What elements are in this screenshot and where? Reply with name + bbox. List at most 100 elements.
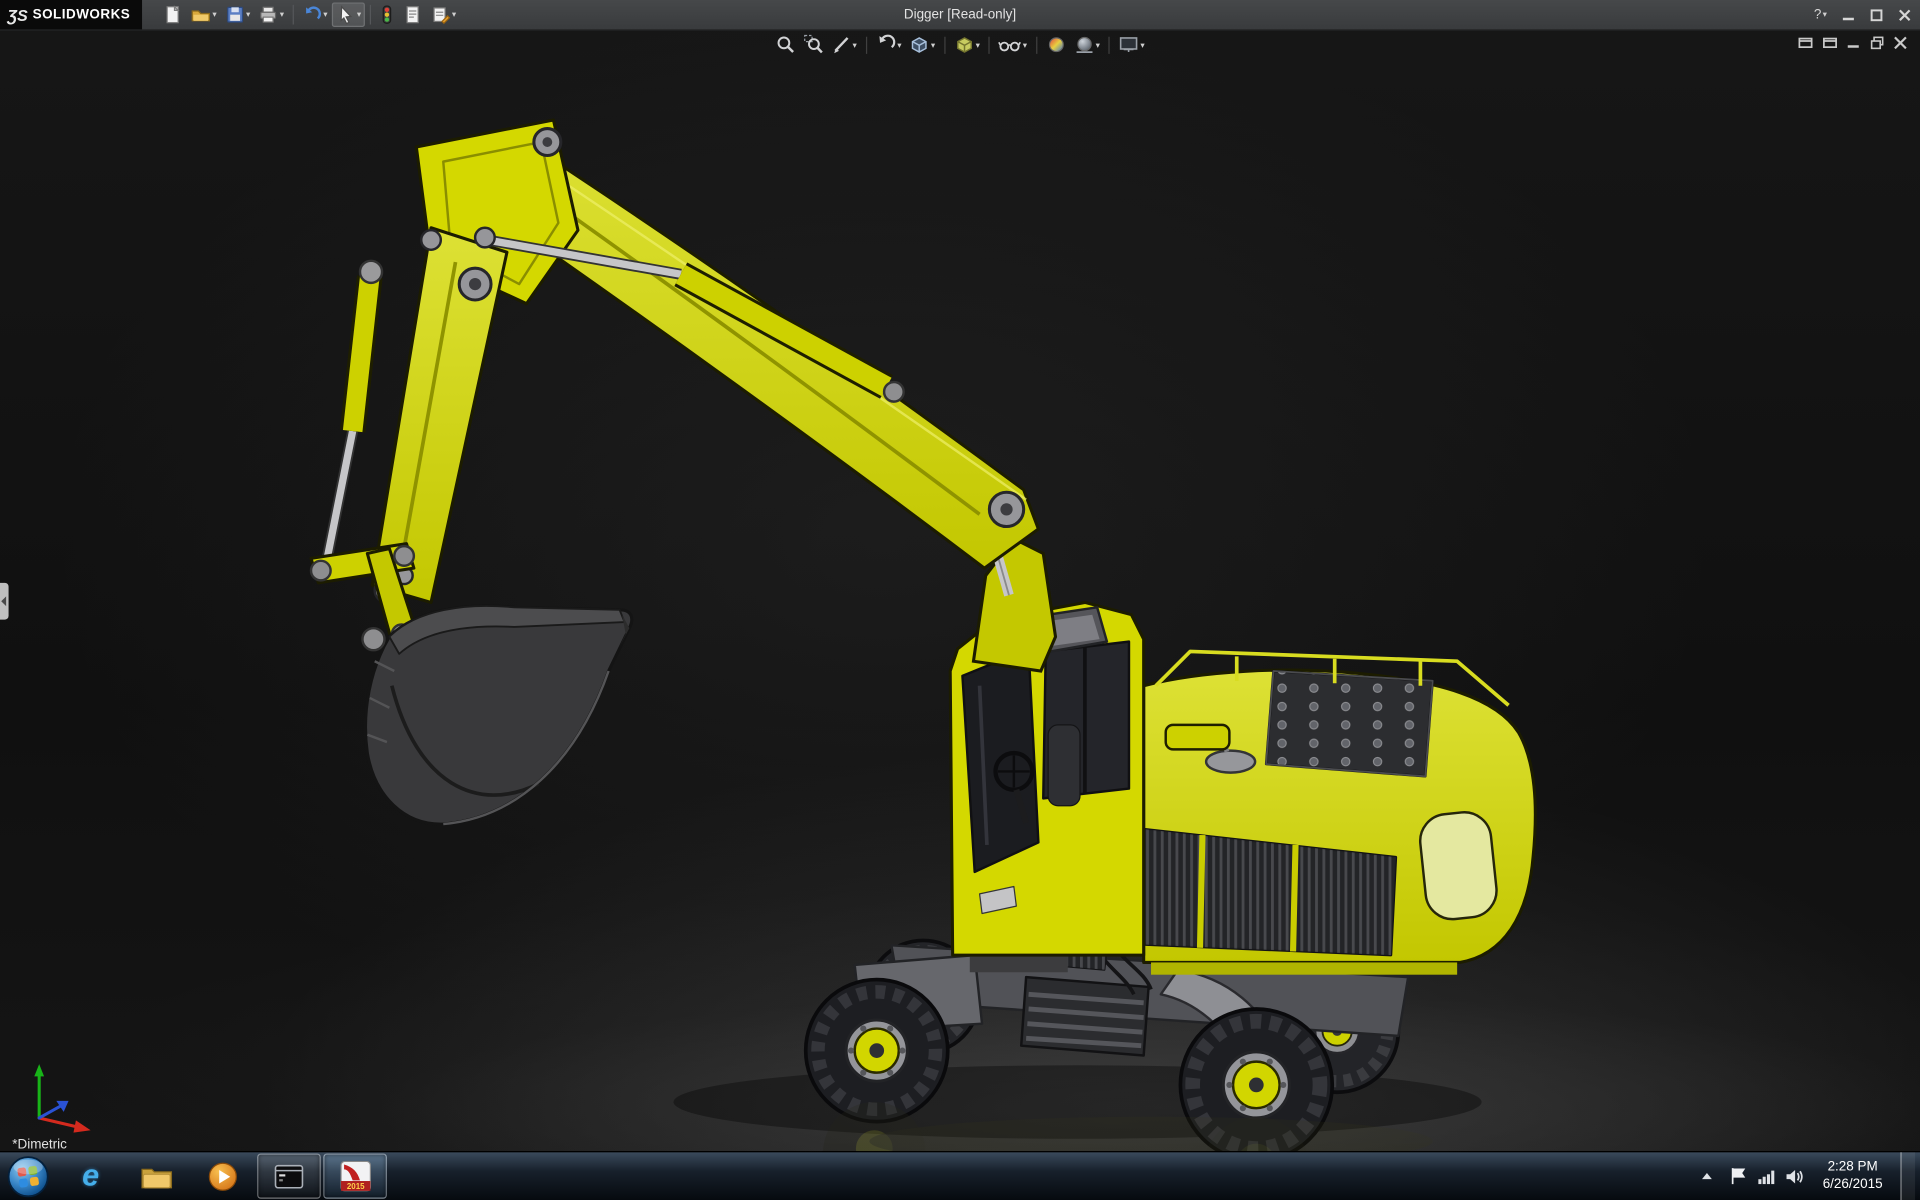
dropdown-arrow-icon: ▾ xyxy=(931,40,935,50)
view-settings-icon xyxy=(1118,34,1139,55)
save-floppy-icon xyxy=(225,5,245,25)
network-icon[interactable] xyxy=(1757,1168,1775,1185)
toolbar-separator xyxy=(988,36,989,53)
clock-date: 6/26/2015 xyxy=(1815,1176,1891,1193)
dropdown-arrow-icon: ▾ xyxy=(212,10,216,20)
previous-view-button[interactable]: ▾ xyxy=(873,33,904,56)
view-orientation-button[interactable]: ▾ xyxy=(906,33,937,56)
taskbar-item-media-player[interactable] xyxy=(191,1153,255,1198)
options-button[interactable]: ▾ xyxy=(427,2,459,26)
seat xyxy=(1048,725,1080,806)
document-window-button[interactable] xyxy=(1798,36,1814,51)
section-view-button[interactable]: ▾ xyxy=(829,33,859,56)
new-button[interactable] xyxy=(160,2,187,26)
rear-window xyxy=(1418,810,1500,922)
boom-arm[interactable] xyxy=(311,120,1038,644)
document-close-button[interactable] xyxy=(1893,36,1908,51)
volume-icon[interactable] xyxy=(1785,1168,1805,1185)
view-orientation-cube-icon xyxy=(909,34,930,55)
dipper-cylinder xyxy=(326,261,382,566)
chevron-up-icon xyxy=(1702,1173,1712,1179)
toolbar-separator xyxy=(1036,36,1037,53)
excavator-model[interactable] xyxy=(0,29,1920,1152)
window-title: Digger [Read-only] xyxy=(904,0,1016,29)
media-player-icon xyxy=(208,1161,237,1190)
document-minimize-button[interactable] xyxy=(1847,36,1862,51)
solidworks-app-icon: 2015 xyxy=(340,1161,371,1192)
dropdown-arrow-icon: ▾ xyxy=(357,10,361,20)
help-button[interactable]: ?▾ xyxy=(1810,7,1830,22)
zoom-to-fit-icon xyxy=(775,34,796,55)
rebuild-button[interactable] xyxy=(376,2,398,26)
help-label: ? xyxy=(1814,7,1822,22)
edit-appearance-button[interactable] xyxy=(1043,33,1069,56)
undo-button[interactable]: ▾ xyxy=(299,2,331,26)
window-icon xyxy=(1798,36,1814,51)
hide-show-items-button[interactable]: ▾ xyxy=(996,33,1030,56)
internet-explorer-icon: e xyxy=(82,1161,99,1192)
previous-view-icon xyxy=(875,34,896,55)
document-window-button[interactable] xyxy=(1822,36,1838,51)
view-settings-button[interactable]: ▾ xyxy=(1116,33,1147,56)
windows-taskbar: e 2015 2:28 PM 6/26/2015 xyxy=(0,1151,1920,1200)
dropdown-arrow-icon: ▾ xyxy=(452,10,456,20)
taskbar-item-explorer[interactable] xyxy=(125,1153,189,1198)
folder-icon xyxy=(141,1163,173,1190)
close-icon xyxy=(1898,8,1911,21)
restore-icon xyxy=(1870,36,1885,51)
printer-icon xyxy=(259,5,279,25)
dropdown-arrow-icon: ▾ xyxy=(852,40,856,50)
taskbar-item-solidworks[interactable]: 2015 xyxy=(323,1153,387,1198)
appearance-sphere-icon xyxy=(1045,34,1066,55)
dropdown-arrow-icon: ▾ xyxy=(1096,40,1100,50)
close-button[interactable] xyxy=(1894,8,1915,21)
dropdown-arrow-icon: ▾ xyxy=(323,10,327,20)
bucket[interactable] xyxy=(362,606,631,824)
section-view-icon xyxy=(832,34,852,55)
dropdown-arrow-icon: ▾ xyxy=(897,40,901,50)
notification-flag-icon[interactable] xyxy=(1729,1167,1747,1185)
taskbar-item-command-prompt[interactable] xyxy=(257,1153,321,1198)
start-button[interactable] xyxy=(6,1154,50,1198)
toolbar-separator xyxy=(1109,36,1110,53)
minimize-icon xyxy=(1842,8,1855,21)
show-desktop-button[interactable] xyxy=(1900,1152,1915,1200)
maximize-button[interactable] xyxy=(1866,8,1887,21)
zoom-to-area-icon xyxy=(804,34,825,55)
zoom-to-fit-button[interactable] xyxy=(773,33,799,56)
dropdown-arrow-icon: ▾ xyxy=(1023,40,1027,50)
display-style-button[interactable]: ▾ xyxy=(951,33,982,56)
minimize-button[interactable] xyxy=(1838,8,1859,21)
save-button[interactable]: ▾ xyxy=(222,2,254,26)
document-restore-button[interactable] xyxy=(1870,36,1885,51)
apply-scene-button[interactable]: ▾ xyxy=(1071,33,1102,56)
rebuild-stoplight-icon xyxy=(380,5,395,25)
taskbar-item-internet-explorer[interactable]: e xyxy=(59,1153,123,1198)
document-window-controls xyxy=(1798,36,1908,51)
open-button[interactable]: ▾ xyxy=(188,2,220,26)
maximize-icon xyxy=(1870,8,1883,21)
window-controls: ?▾ xyxy=(1810,0,1915,29)
zoom-to-area-button[interactable] xyxy=(801,33,827,56)
clock-time: 2:28 PM xyxy=(1815,1159,1891,1176)
dropdown-arrow-icon: ▾ xyxy=(976,40,980,50)
select-button[interactable]: ▾ xyxy=(332,2,364,26)
command-prompt-icon xyxy=(274,1163,303,1190)
desktop: ƷS SOLIDWORKS ▾ ▾ ▾ ▾ xyxy=(0,0,1920,1200)
toolbar-separator xyxy=(944,36,945,53)
hidden-icons-button[interactable] xyxy=(1696,1153,1718,1198)
windows-start-orb-icon xyxy=(6,1154,50,1198)
display-style-cube-icon xyxy=(954,34,975,55)
toolbar-separator xyxy=(293,5,294,25)
taskbar-clock[interactable]: 2:28 PM 6/26/2015 xyxy=(1815,1159,1891,1193)
feature-manager-collapse-tab[interactable] xyxy=(0,583,9,620)
open-folder-icon xyxy=(192,5,212,25)
print-button[interactable]: ▾ xyxy=(255,2,287,26)
main-toolbar: ▾ ▾ ▾ ▾ ▾ xyxy=(160,0,460,29)
dropdown-arrow-icon: ▾ xyxy=(280,10,284,20)
solidworks-logo: ƷS SOLIDWORKS xyxy=(0,0,143,29)
dropdown-arrow-icon: ▾ xyxy=(1140,40,1144,50)
graphics-viewport[interactable]: ▾ ▾ ▾ ▾ ▾ ▾ ▾ xyxy=(0,29,1920,1152)
file-properties-button[interactable] xyxy=(399,2,426,26)
solidworks-logo-text: SOLIDWORKS xyxy=(33,7,131,22)
